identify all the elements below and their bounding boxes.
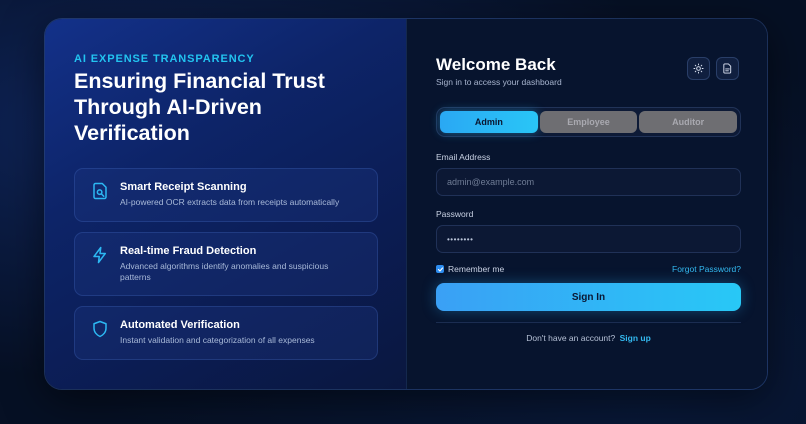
role-selector: Admin Employee Auditor xyxy=(436,107,741,137)
role-tab-employee[interactable]: Employee xyxy=(539,111,638,133)
signup-row: Don't have an account? Sign up xyxy=(436,333,741,343)
document-icon xyxy=(722,63,733,74)
receipt-scan-icon xyxy=(91,181,109,201)
feature-card-receipt-scanning: Smart Receipt Scanning AI-powered OCR ex… xyxy=(74,168,378,222)
feature-description: Instant validation and categorization of… xyxy=(120,335,315,345)
feature-title: Smart Receipt Scanning xyxy=(120,181,247,193)
forgot-password-link[interactable]: Forgot Password? xyxy=(672,264,741,274)
remember-label: Remember me xyxy=(448,264,505,274)
feature-card-automated-verification: Automated Verification Instant validatio… xyxy=(74,306,378,360)
feature-card-fraud-detection: Real-time Fraud Detection Advanced algor… xyxy=(74,232,378,296)
theme-toggle-button[interactable] xyxy=(687,57,710,80)
role-tab-auditor[interactable]: Auditor xyxy=(639,111,738,133)
no-account-text: Don't have an account? xyxy=(526,333,616,343)
role-tab-admin[interactable]: Admin xyxy=(440,111,538,133)
remember-me[interactable]: Remember me xyxy=(436,264,504,274)
email-field-wrapper xyxy=(436,168,741,196)
feature-description: Advanced algorithms identify anomalies a… xyxy=(120,261,329,282)
divider xyxy=(436,322,741,323)
hero-headline: Ensuring Financial Trust Through AI-Driv… xyxy=(74,69,325,145)
password-label: Password xyxy=(436,209,474,219)
sign-in-button[interactable]: Sign In xyxy=(436,283,741,311)
remember-row: Remember me Forgot Password? xyxy=(436,264,741,274)
feature-list: Smart Receipt Scanning AI-powered OCR ex… xyxy=(74,168,378,360)
password-field[interactable]: •••••••• xyxy=(436,225,741,253)
password-value: •••••••• xyxy=(447,234,474,244)
lightning-icon xyxy=(91,245,109,265)
hero-panel: AI EXPENSE TRANSPARENCY Ensuring Financi… xyxy=(45,19,406,389)
sun-icon xyxy=(693,63,704,74)
feature-description: AI-powered OCR extracts data from receip… xyxy=(120,197,340,207)
login-panel: Welcome Back Sign in to access your dash… xyxy=(406,19,767,389)
feature-title: Real-time Fraud Detection xyxy=(120,245,257,257)
shield-icon xyxy=(91,319,109,339)
sign-up-link[interactable]: Sign up xyxy=(620,333,651,343)
email-field[interactable] xyxy=(447,177,730,187)
hero-eyebrow: AI EXPENSE TRANSPARENCY xyxy=(74,53,255,65)
feature-title: Automated Verification xyxy=(120,319,240,331)
remember-checkbox[interactable] xyxy=(436,265,444,273)
email-label: Email Address xyxy=(436,152,491,162)
document-button[interactable] xyxy=(716,57,739,80)
login-card: AI EXPENSE TRANSPARENCY Ensuring Financi… xyxy=(44,18,768,390)
